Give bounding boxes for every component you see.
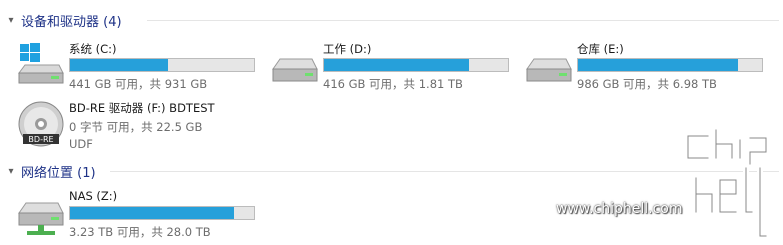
drive-usage-bar — [323, 58, 509, 72]
chevron-down-icon[interactable]: ▾ — [4, 13, 18, 27]
section-title: 网络位置 (1) — [21, 165, 96, 181]
drive-name: BD-RE 驱动器 (F:) BDTEST — [69, 101, 215, 115]
chiphell-logo-icon — [685, 128, 769, 239]
drive-free-space: 986 GB 可用，共 6.98 TB — [577, 77, 717, 91]
drive-tile-z[interactable]: NAS (Z:) 3.23 TB 可用，共 28.0 TB — [17, 189, 262, 245]
drive-free-space: 441 GB 可用，共 931 GB — [69, 77, 208, 91]
hard-drive-icon — [271, 41, 319, 89]
drive-tile-d[interactable]: 工作 (D:) 416 GB 可用，共 1.81 TB — [271, 41, 516, 97]
drive-filesystem: UDF — [69, 137, 93, 151]
section-header-devices[interactable]: ▾ 设备和驱动器 (4) — [4, 10, 779, 30]
chevron-down-icon[interactable]: ▾ — [4, 164, 18, 178]
drive-usage-bar — [69, 206, 255, 220]
drive-name: NAS (Z:) — [69, 189, 118, 203]
watermark-site-text: www.chiphell.com — [556, 201, 683, 217]
drive-tile-c[interactable]: 系统 (C:) 441 GB 可用，共 931 GB — [17, 41, 262, 97]
usage-fill — [70, 59, 168, 71]
drive-usage-bar — [69, 58, 255, 72]
drive-name: 仓库 (E:) — [577, 42, 624, 56]
hard-drive-icon — [525, 41, 573, 89]
drive-tile-e[interactable]: 仓库 (E:) 986 GB 可用，共 6.98 TB — [525, 41, 770, 97]
section-header-network[interactable]: ▾ 网络位置 (1) — [4, 161, 779, 181]
section-divider — [110, 171, 779, 172]
section-divider — [147, 20, 779, 21]
optical-disc-icon: BD-RE — [17, 100, 65, 148]
drive-name: 系统 (C:) — [69, 42, 117, 56]
usage-fill — [70, 207, 234, 219]
windows-drive-icon — [17, 41, 65, 89]
section-title: 设备和驱动器 (4) — [21, 14, 122, 30]
drive-free-space: 416 GB 可用，共 1.81 TB — [323, 77, 463, 91]
drive-usage-bar — [577, 58, 763, 72]
drive-tile-f[interactable]: BD-RE BD-RE 驱动器 (F:) BDTEST 0 字节 可用，共 22… — [17, 100, 262, 156]
disc-label: BD-RE — [28, 135, 53, 144]
drive-free-space: 0 字节 可用，共 22.5 GB — [69, 120, 203, 134]
drive-name: 工作 (D:) — [323, 42, 372, 56]
usage-fill — [324, 59, 470, 71]
network-drive-icon — [17, 189, 65, 237]
drive-free-space: 3.23 TB 可用，共 28.0 TB — [69, 225, 211, 239]
usage-fill — [578, 59, 739, 71]
